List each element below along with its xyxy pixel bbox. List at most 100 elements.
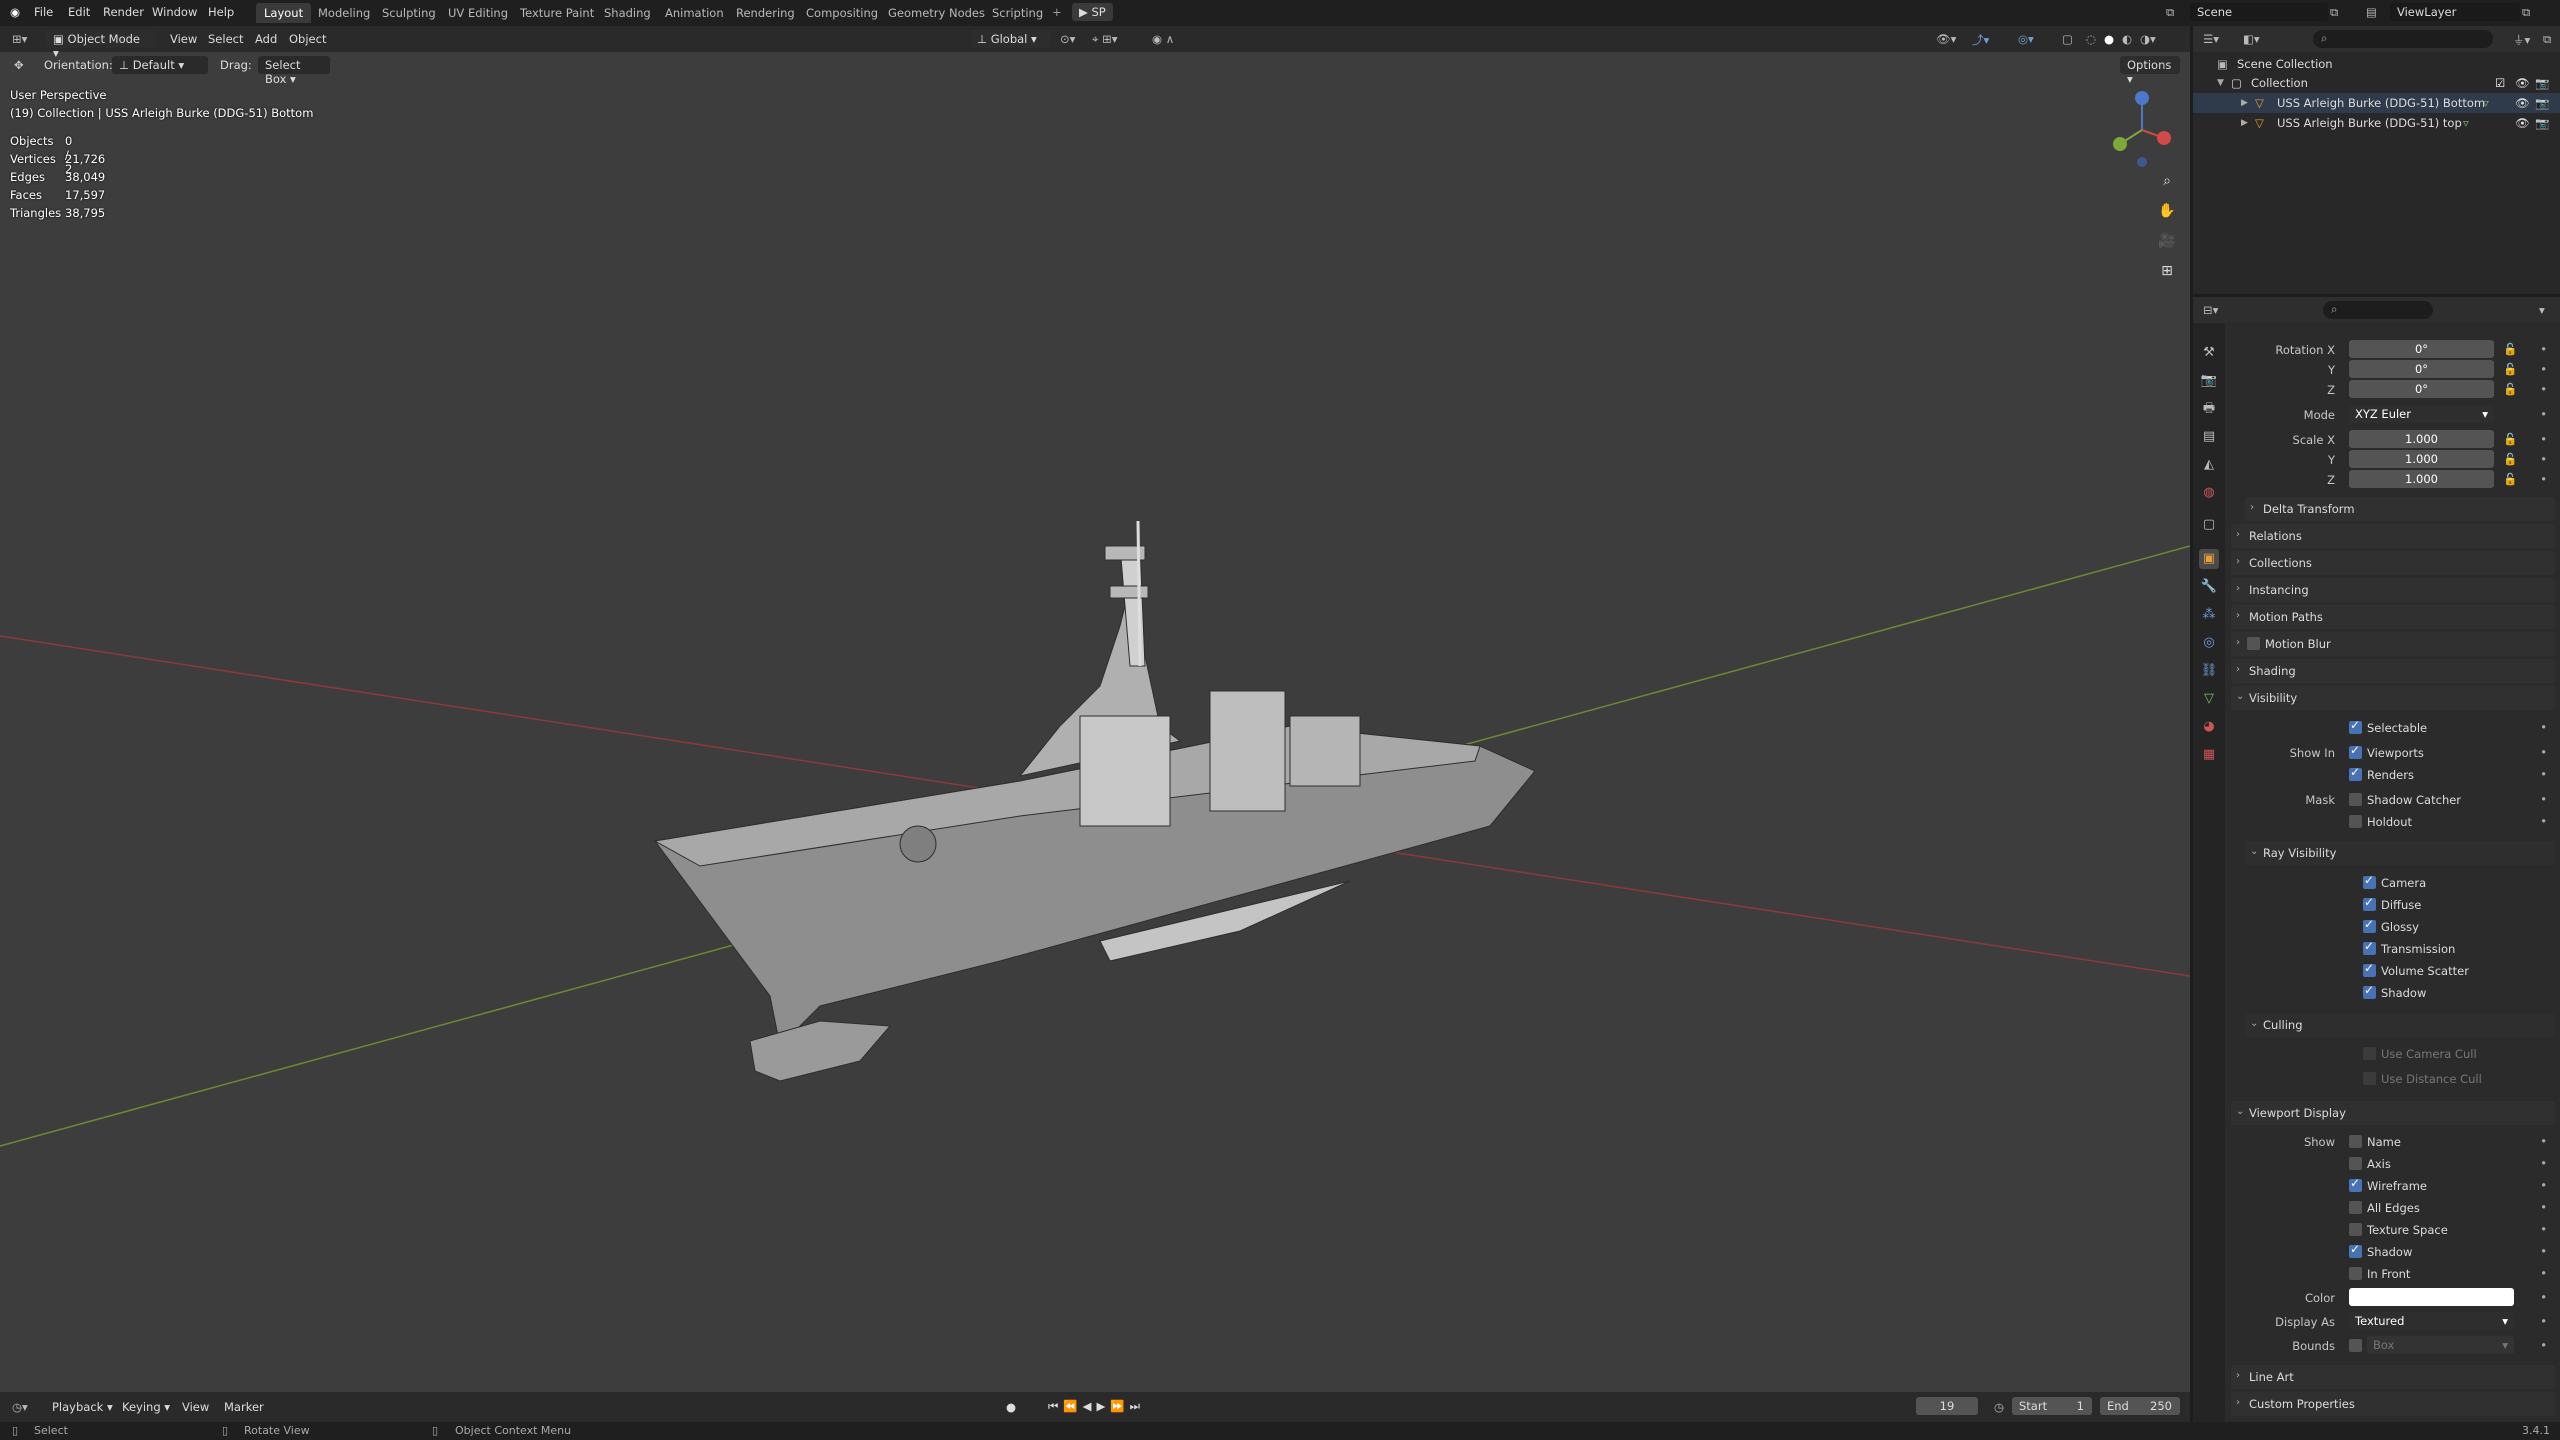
transform-orientation-dropdown[interactable]: ⊥ Global ▾: [970, 30, 1050, 48]
keyframe-dot-icon[interactable]: •: [2540, 1266, 2547, 1280]
viewports-checkbox[interactable]: [2349, 743, 2362, 759]
keyframe-dot-icon[interactable]: •: [2540, 720, 2547, 734]
tab-geometry-nodes[interactable]: Geometry Nodes: [880, 3, 993, 23]
outliner-search-input[interactable]: ⌕: [2313, 30, 2493, 48]
keyframe-dot-icon[interactable]: •: [2540, 362, 2547, 376]
rotation-z-field[interactable]: 0°: [2349, 380, 2494, 398]
scale-z-field[interactable]: 1.000: [2349, 470, 2494, 488]
keyframe-dot-icon[interactable]: •: [2540, 382, 2547, 396]
shadow-catcher-checkbox[interactable]: [2349, 793, 2362, 806]
keyframe-dot-icon[interactable]: •: [2540, 342, 2547, 356]
section-instancing[interactable]: › Instancing: [2231, 578, 2555, 602]
render-tab-icon[interactable]: 📷: [2199, 371, 2219, 391]
lock-icon[interactable]: 🔓: [2503, 382, 2517, 396]
scale-x-field[interactable]: 1.000: [2349, 430, 2494, 448]
rotation-mode-dropdown[interactable]: XYZ Euler ▾: [2349, 405, 2494, 423]
display-as-dropdown[interactable]: Textured ▾: [2349, 1312, 2514, 1330]
start-frame-field[interactable]: Start 1: [2012, 1397, 2092, 1415]
viewport-menu-object[interactable]: Object: [289, 32, 326, 46]
new-view-layer-icon[interactable]: ⧉: [2522, 5, 2530, 20]
exclude-checkbox-icon[interactable]: ☑: [2495, 76, 2505, 90]
expand-chevron-icon[interactable]: ▶: [2241, 98, 2248, 108]
current-frame-field[interactable]: 19: [1916, 1397, 1978, 1415]
lock-icon[interactable]: 🔓: [2503, 342, 2517, 356]
keyframe-dot-icon[interactable]: •: [2540, 407, 2547, 421]
collapse-chevron-icon[interactable]: ▼: [2217, 78, 2224, 88]
camera-render-icon[interactable]: 📷: [2535, 116, 2549, 130]
tool-tab-icon[interactable]: ⚒: [2199, 343, 2219, 363]
view-layer-selector[interactable]: ViewLayer: [2390, 3, 2520, 21]
ray-transmission-checkbox[interactable]: [2363, 939, 2376, 955]
show-name-checkbox[interactable]: [2349, 1135, 2362, 1148]
viewport-menu-select[interactable]: Select: [208, 32, 243, 46]
tab-compositing[interactable]: Compositing: [798, 3, 886, 23]
timeline-menu-keying[interactable]: Keying ▾: [122, 1400, 170, 1414]
auto-key-icon[interactable]: ●: [1006, 1400, 1016, 1414]
output-tab-icon[interactable]: 🖶: [2199, 399, 2219, 419]
modifier-tab-icon[interactable]: 🔧: [2199, 577, 2219, 597]
motion-blur-checkbox[interactable]: [2247, 637, 2260, 650]
section-line-art[interactable]: › Line Art: [2231, 1365, 2555, 1389]
rendered-shading-icon[interactable]: ◑▾: [2140, 32, 2156, 46]
keyframe-dot-icon[interactable]: •: [2540, 1314, 2547, 1328]
properties-search-input[interactable]: ⌕: [2323, 301, 2433, 319]
3d-viewport[interactable]: ⊞▾ ▣ Object Mode ▾ View Select Add Objec…: [0, 26, 2190, 1392]
play-sp-button[interactable]: ▶ SP: [1072, 3, 1113, 21]
rotation-y-field[interactable]: 0°: [2349, 360, 2494, 378]
ray-diffuse-checkbox[interactable]: [2363, 895, 2376, 911]
object-color-swatch[interactable]: [2349, 1288, 2514, 1306]
camera-render-icon[interactable]: 📷: [2535, 76, 2549, 90]
menu-render[interactable]: Render: [103, 5, 144, 19]
properties-editor-icon[interactable]: ⊟▾: [2203, 303, 2218, 317]
world-tab-icon[interactable]: ◍: [2199, 483, 2219, 503]
camera-view-icon[interactable]: 🎥: [2156, 230, 2178, 252]
texture-tab-icon[interactable]: ▦: [2199, 745, 2219, 765]
tab-rendering[interactable]: Rendering: [728, 3, 803, 23]
selectable-checkbox[interactable]: [2349, 718, 2362, 734]
outliner-collection[interactable]: ▼ ▢ Collection ☑ 👁 📷: [2193, 73, 2560, 93]
xray-toggle-icon[interactable]: ▢: [2062, 32, 2073, 46]
show-shadow-checkbox[interactable]: [2349, 1242, 2362, 1258]
orientation-dropdown[interactable]: ⊥ Default ▾: [112, 56, 208, 74]
bounds-checkbox[interactable]: [2349, 1339, 2362, 1352]
holdout-checkbox[interactable]: [2349, 815, 2362, 828]
overlays-toggle-icon[interactable]: ◎▾: [2018, 32, 2034, 46]
constraints-tab-icon[interactable]: ⛓: [2199, 661, 2219, 681]
keyframe-dot-icon[interactable]: •: [2540, 1244, 2547, 1258]
keyframe-dot-icon[interactable]: •: [2540, 1290, 2547, 1304]
mode-dropdown[interactable]: ▣ Object Mode ▾: [46, 30, 156, 60]
blender-logo-icon[interactable]: ◉: [10, 5, 20, 19]
section-collections[interactable]: › Collections: [2231, 551, 2555, 575]
tab-shading[interactable]: Shading: [596, 3, 659, 23]
solid-shading-icon[interactable]: ●: [2104, 32, 2114, 46]
tab-uv-editing[interactable]: UV Editing: [440, 3, 516, 23]
outliner-scene-collection[interactable]: ▣ Scene Collection: [2193, 54, 2560, 74]
keyframe-dot-icon[interactable]: •: [2540, 1200, 2547, 1214]
physics-tab-icon[interactable]: ◎: [2199, 633, 2219, 653]
show-all-edges-checkbox[interactable]: [2349, 1201, 2362, 1214]
collection-tab-icon[interactable]: ▢: [2199, 515, 2219, 535]
viewport-menu-add[interactable]: Add: [255, 32, 277, 46]
display-mode-icon[interactable]: ◧▾: [2243, 32, 2260, 46]
pivot-icon[interactable]: ⊙▾: [1060, 32, 1075, 46]
axis-gizmo-icon[interactable]: [2100, 88, 2180, 168]
lock-icon[interactable]: 🔓: [2503, 362, 2517, 376]
keyframe-dot-icon[interactable]: •: [2540, 432, 2547, 446]
keyframe-dot-icon[interactable]: •: [2540, 452, 2547, 466]
tab-modeling[interactable]: Modeling: [310, 3, 378, 23]
viewport-menu-view[interactable]: View: [170, 32, 197, 46]
ray-camera-checkbox[interactable]: [2363, 873, 2376, 889]
keyframe-dot-icon[interactable]: •: [2540, 1222, 2547, 1236]
eye-icon[interactable]: 👁: [2515, 76, 2530, 90]
end-frame-field[interactable]: End 250: [2100, 1397, 2180, 1415]
section-viewport-display[interactable]: ⌄ Viewport Display: [2231, 1101, 2555, 1125]
ray-volume-scatter-checkbox[interactable]: [2363, 961, 2376, 977]
wireframe-shading-icon[interactable]: ◌: [2086, 32, 2096, 46]
tab-layout[interactable]: Layout: [256, 3, 312, 23]
eye-icon[interactable]: 👁: [2515, 116, 2530, 130]
properties-options-icon[interactable]: ▾: [2539, 303, 2545, 317]
scene-selector[interactable]: Scene: [2190, 3, 2328, 21]
section-motion-paths[interactable]: › Motion Paths: [2231, 605, 2555, 629]
lock-icon[interactable]: 🔓: [2503, 432, 2517, 446]
camera-render-icon[interactable]: 📷: [2535, 96, 2549, 110]
